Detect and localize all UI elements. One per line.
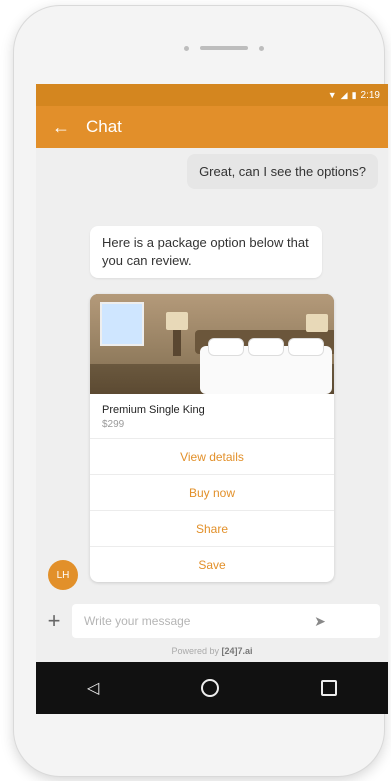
status-time: 2:19 (360, 89, 380, 101)
message-input-wrapper: ➤ (72, 604, 380, 638)
buy-now-button[interactable]: Buy now (90, 475, 334, 511)
avatar: LH (48, 560, 78, 590)
earpiece (200, 46, 248, 50)
message-input[interactable] (82, 613, 306, 629)
message-composer: + ➤ (36, 598, 388, 644)
speaker-grill (184, 44, 264, 52)
powered-prefix: Powered by (171, 646, 222, 656)
camera-dot (259, 45, 264, 51)
card-price: $299 (102, 419, 125, 430)
share-button[interactable]: Share (90, 511, 334, 547)
card-body: Premium Single King $299 (90, 394, 334, 439)
page-title: Chat (86, 117, 122, 136)
chat-thread[interactable]: Great, can I see the options? Here is a … (36, 148, 388, 598)
bot-message: Here is a package option below that you … (90, 226, 322, 278)
brand-name: [24]7.ai (221, 646, 253, 656)
powered-by: Powered by [24]7.ai (36, 646, 388, 656)
view-details-button[interactable]: View details (90, 439, 334, 475)
room-photo (90, 294, 334, 394)
nav-recent-icon[interactable] (321, 680, 338, 696)
back-arrow-icon[interactable]: ← (36, 117, 86, 138)
card-title: Premium Single King (102, 404, 205, 416)
sensor-dot (184, 45, 189, 51)
user-message: Great, can I see the options? (187, 154, 378, 189)
battery-icon: ▮ (351, 89, 357, 100)
save-button[interactable]: Save (90, 547, 334, 582)
nav-back-icon[interactable]: ◁ (87, 678, 99, 698)
nav-home-icon[interactable] (201, 679, 220, 697)
app-bar: ← Chat (36, 106, 388, 148)
package-card: Premium Single King $299 View details Bu… (90, 294, 334, 582)
android-nav-bar: ◁ (36, 662, 388, 714)
status-bar: ▼ ◢ ▮ 2:19 (36, 84, 388, 106)
wifi-icon: ▼ (327, 90, 337, 100)
signal-icon: ◢ (340, 89, 348, 100)
send-icon[interactable]: ➤ (306, 613, 334, 630)
plus-icon[interactable]: + (36, 608, 72, 634)
phone-screen: ▼ ◢ ▮ 2:19 ← Chat Great, can I see the o… (36, 84, 388, 714)
